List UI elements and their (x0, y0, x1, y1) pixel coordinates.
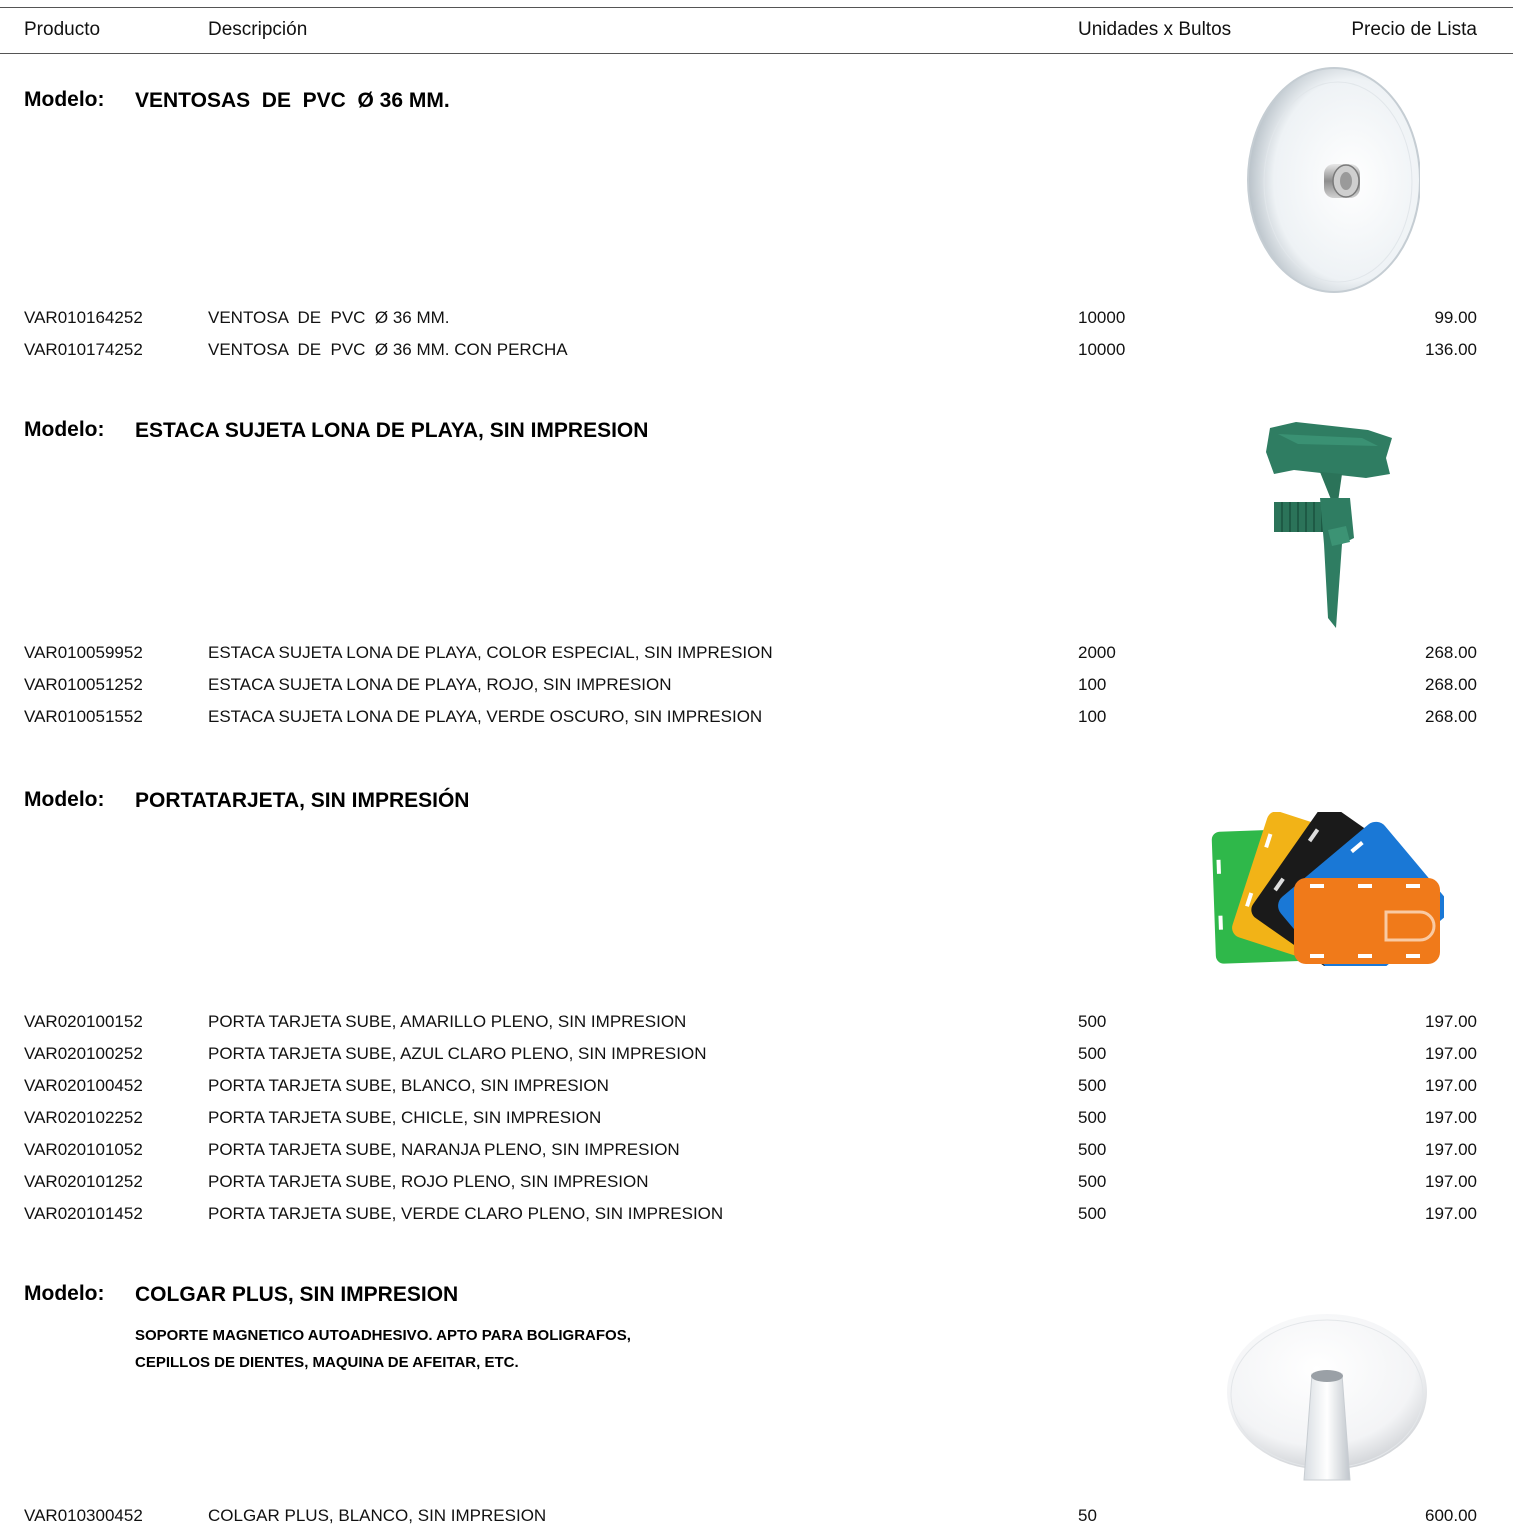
units-per-package: 500 (1078, 1012, 1107, 1031)
column-header-descripcion: Descripción (208, 19, 308, 40)
product-description: PORTA TARJETA SUBE, NARANJA PLENO, SIN I… (208, 1140, 680, 1159)
model-name: PORTATARJETA, SIN IMPRESIÓN (135, 789, 470, 812)
card-holders-icon (1211, 812, 1444, 966)
table-row: VAR020100252 PORTA TARJETA SUBE, AZUL CL… (0, 1044, 1513, 1068)
product-description: ESTACA SUJETA LONA DE PLAYA, COLOR ESPEC… (208, 643, 773, 662)
model-description-line: CEPILLOS DE DIENTES, MAQUINA DE AFEITAR,… (135, 1354, 519, 1371)
model-label: Modelo: (24, 788, 105, 811)
column-header-producto: Producto (24, 19, 101, 40)
list-price: 268.00 (1425, 675, 1477, 694)
units-per-package: 10000 (1078, 340, 1126, 359)
model-label: Modelo: (24, 418, 105, 441)
beach-stake-icon (1266, 422, 1392, 628)
product-code: VAR020101052 (24, 1140, 143, 1159)
table-row: VAR020101252 PORTA TARJETA SUBE, ROJO PL… (0, 1172, 1513, 1196)
column-header-unidades: Unidades x Bultos (1078, 19, 1232, 40)
list-price: 600.00 (1425, 1506, 1477, 1525)
table-row: VAR010051552 ESTACA SUJETA LONA DE PLAYA… (0, 707, 1513, 731)
product-description: PORTA TARJETA SUBE, CHICLE, SIN IMPRESIO… (208, 1108, 602, 1127)
units-per-package: 500 (1078, 1076, 1107, 1095)
units-per-package: 500 (1078, 1044, 1107, 1063)
product-description: ESTACA SUJETA LONA DE PLAYA, VERDE OSCUR… (208, 707, 763, 726)
product-description: PORTA TARJETA SUBE, AMARILLO PLENO, SIN … (208, 1012, 687, 1031)
product-code: VAR010059952 (24, 643, 143, 662)
magnetic-holder-icon (1227, 1314, 1427, 1481)
units-per-package: 500 (1078, 1172, 1107, 1191)
product-code: VAR020100452 (24, 1076, 143, 1095)
model-name: COLGAR PLUS, SIN IMPRESION (135, 1283, 459, 1306)
table-row: VAR010174252 VENTOSA DE PVC Ø 36 MM. CON… (0, 340, 1513, 364)
table-row: VAR010164252 VENTOSA DE PVC Ø 36 MM. 100… (0, 308, 1513, 332)
table-row: VAR020100152 PORTA TARJETA SUBE, AMARILL… (0, 1012, 1513, 1036)
product-code: VAR020101252 (24, 1172, 143, 1191)
header-bottom-rule (0, 53, 1513, 54)
units-per-package: 100 (1078, 675, 1107, 694)
product-code: VAR020100252 (24, 1044, 143, 1063)
table-row: VAR020101452 PORTA TARJETA SUBE, VERDE C… (0, 1204, 1513, 1228)
list-price: 197.00 (1425, 1172, 1477, 1191)
table-row: VAR010051252 ESTACA SUJETA LONA DE PLAYA… (0, 675, 1513, 699)
units-per-package: 500 (1078, 1140, 1107, 1159)
suction-cup-icon (1247, 67, 1420, 293)
table-row: VAR020102252 PORTA TARJETA SUBE, CHICLE,… (0, 1108, 1513, 1132)
product-code: VAR020101452 (24, 1204, 143, 1223)
model-name: ESTACA SUJETA LONA DE PLAYA, SIN IMPRESI… (135, 419, 649, 442)
units-per-package: 100 (1078, 707, 1107, 726)
product-description: COLGAR PLUS, BLANCO, SIN IMPRESION (208, 1506, 547, 1525)
table-row: VAR020101052 PORTA TARJETA SUBE, NARANJA… (0, 1140, 1513, 1164)
product-code: VAR010164252 (24, 308, 143, 327)
table-row: VAR020100452 PORTA TARJETA SUBE, BLANCO,… (0, 1076, 1513, 1100)
model-label: Modelo: (24, 88, 105, 111)
product-description: VENTOSA DE PVC Ø 36 MM. (208, 308, 450, 327)
product-code: VAR010174252 (24, 340, 143, 359)
list-price: 197.00 (1425, 1012, 1477, 1031)
product-code: VAR020100152 (24, 1012, 143, 1031)
list-price: 197.00 (1425, 1076, 1477, 1095)
list-price: 268.00 (1425, 643, 1477, 662)
product-code: VAR010300452 (24, 1506, 143, 1525)
model-label: Modelo: (24, 1282, 105, 1305)
list-price: 197.00 (1425, 1204, 1477, 1223)
units-per-package: 10000 (1078, 308, 1126, 327)
list-price: 197.00 (1425, 1140, 1477, 1159)
product-code: VAR020102252 (24, 1108, 143, 1127)
units-per-package: 2000 (1078, 643, 1116, 662)
model-description-line: SOPORTE MAGNETICO AUTOADHESIVO. APTO PAR… (135, 1327, 631, 1344)
column-header-precio: Precio de Lista (1351, 19, 1477, 40)
list-price: 268.00 (1425, 707, 1477, 726)
list-price: 99.00 (1434, 308, 1477, 327)
table-row: VAR010059952 ESTACA SUJETA LONA DE PLAYA… (0, 643, 1513, 667)
units-per-package: 500 (1078, 1204, 1107, 1223)
product-description: PORTA TARJETA SUBE, AZUL CLARO PLENO, SI… (208, 1044, 707, 1063)
product-description: VENTOSA DE PVC Ø 36 MM. CON PERCHA (208, 340, 568, 359)
model-name: VENTOSAS DE PVC Ø 36 MM. (135, 89, 450, 112)
list-price: 197.00 (1425, 1044, 1477, 1063)
product-code: VAR010051252 (24, 675, 143, 694)
units-per-package: 500 (1078, 1108, 1107, 1127)
list-price: 136.00 (1425, 340, 1477, 359)
product-code: VAR010051552 (24, 707, 143, 726)
table-row: VAR010300452 COLGAR PLUS, BLANCO, SIN IM… (0, 1506, 1513, 1530)
units-per-package: 50 (1078, 1506, 1097, 1525)
product-description: PORTA TARJETA SUBE, BLANCO, SIN IMPRESIO… (208, 1076, 609, 1095)
product-description: ESTACA SUJETA LONA DE PLAYA, ROJO, SIN I… (208, 675, 672, 694)
header-top-rule (0, 7, 1513, 8)
list-price: 197.00 (1425, 1108, 1477, 1127)
product-description: PORTA TARJETA SUBE, VERDE CLARO PLENO, S… (208, 1204, 724, 1223)
product-description: PORTA TARJETA SUBE, ROJO PLENO, SIN IMPR… (208, 1172, 649, 1191)
